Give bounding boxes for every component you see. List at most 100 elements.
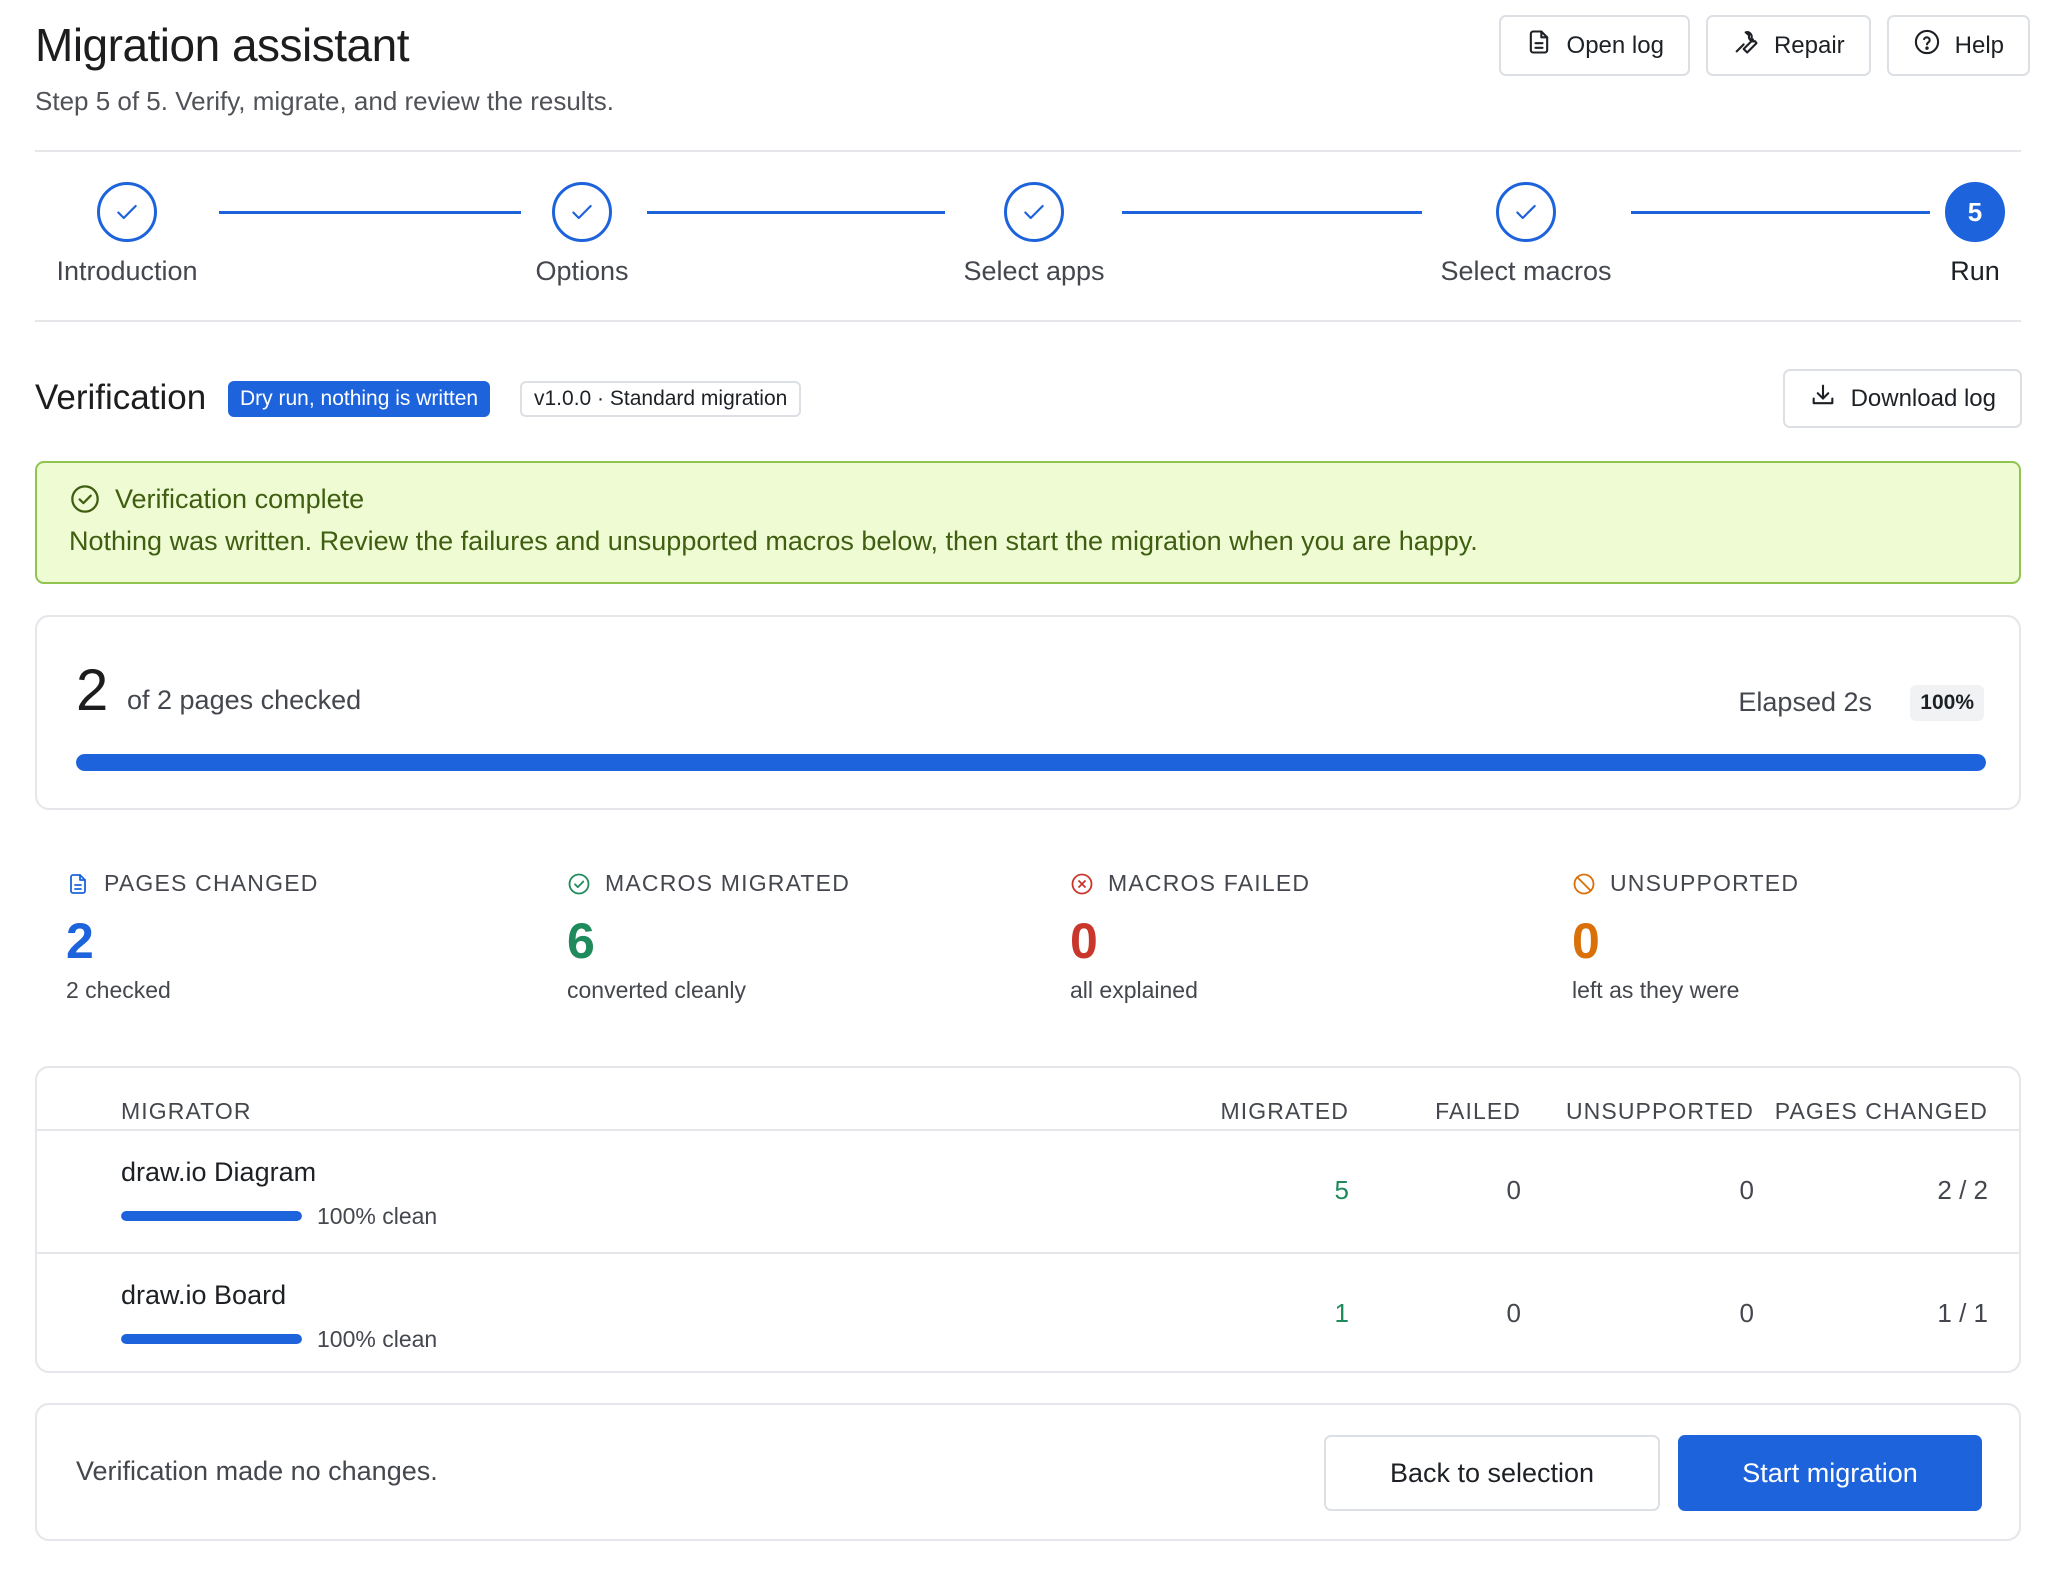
download-icon [1809, 381, 1837, 416]
migrator-name: draw.io Diagram [121, 1157, 317, 1187]
column-header-failed: FAILED [1435, 1098, 1521, 1124]
progress-bar [76, 754, 1986, 771]
stat-macros-migrated: MACROS MIGRATED 6 converted cleanly [567, 870, 850, 1004]
repair-button[interactable]: Repair [1705, 15, 1871, 76]
stat-label-row: MACROS MIGRATED [567, 870, 850, 897]
stepper-divider [35, 320, 2021, 322]
table-row[interactable]: draw.io Diagram 100% clean 5 0 0 2 / 2 [37, 1129, 2019, 1252]
column-header-pages-changed: PAGES CHANGED [1774, 1098, 1988, 1124]
progress-card: 2 of 2 pages checked Elapsed 2s 100% [35, 615, 2021, 810]
migration-assistant-page: Migration assistant Step 5 of 5. Verify,… [0, 0, 2048, 1570]
stepper-connector [219, 211, 521, 214]
stat-label: MACROS MIGRATED [605, 870, 851, 896]
migrated-count: 5 [1334, 1175, 1349, 1205]
check-circle-icon [71, 485, 99, 513]
stat-label-row: MACROS FAILED [1070, 870, 1310, 897]
stat-label: UNSUPPORTED [1610, 870, 1800, 896]
stat-value: 0 [1070, 913, 1098, 969]
clean-bar [121, 1334, 302, 1344]
step-select-apps[interactable] [1004, 182, 1064, 242]
alert-title: Verification complete [115, 483, 365, 514]
stat-sub: all explained [1070, 977, 1198, 1003]
step-introduction[interactable] [97, 182, 157, 242]
pages-checked-count: 2 [76, 658, 109, 723]
clean-bar-fill [121, 1211, 302, 1221]
check-icon [1516, 204, 1536, 220]
stat-sub: 2 checked [66, 977, 171, 1003]
footer-status-text: Verification made no changes. [76, 1456, 438, 1486]
step-label-select-apps: Select apps [963, 256, 1105, 286]
back-to-selection-button[interactable]: Back to selection [1324, 1435, 1660, 1511]
stat-sub: left as they were [1572, 977, 1740, 1003]
check-icon [117, 204, 137, 220]
repair-label: Repair [1773, 31, 1845, 59]
stat-label: PAGES CHANGED [104, 870, 319, 896]
pages-changed-count: 1 / 1 [1937, 1298, 1988, 1328]
step-label-run: Run [1950, 256, 2000, 286]
verification-complete-alert: Verification complete Nothing was writte… [35, 461, 2021, 584]
stepper-connector [1631, 211, 1930, 214]
failed-count: 0 [1506, 1175, 1521, 1205]
elapsed-time: Elapsed 2s [1738, 687, 1872, 717]
stat-label: MACROS FAILED [1108, 870, 1311, 896]
page-title: Migration assistant [35, 19, 410, 71]
help-label: Help [1954, 31, 2004, 59]
step-run-number: 5 [1967, 196, 1983, 227]
step-select-macros[interactable] [1496, 182, 1556, 242]
step-label-select-macros: Select macros [1440, 256, 1612, 286]
download-log-button[interactable]: Download log [1782, 369, 2022, 428]
stat-macros-failed: MACROS FAILED 0 all explained [1070, 870, 1310, 1004]
stat-label-row: PAGES CHANGED [66, 870, 319, 897]
help-icon [1913, 28, 1941, 63]
start-migration-button[interactable]: Start migration [1678, 1435, 1982, 1511]
check-icon [572, 204, 592, 220]
step-options[interactable] [552, 182, 612, 242]
wrench-icon [1732, 28, 1760, 63]
stat-unsupported: UNSUPPORTED 0 left as they were [1572, 870, 1799, 1004]
pages-changed-count: 2 / 2 [1937, 1175, 1988, 1205]
unsupported-count: 0 [1739, 1298, 1754, 1328]
footer-bar: Verification made no changes. Back to se… [35, 1403, 2021, 1541]
stat-value: 2 [66, 913, 94, 969]
header-divider [35, 150, 2021, 152]
stepper-connector [647, 211, 945, 214]
version-badge: v1.0.0 · Standard migration [520, 381, 802, 417]
page-subtitle: Step 5 of 5. Verify, migrate, and review… [35, 86, 615, 116]
stat-value: 0 [1572, 913, 1600, 969]
stepper-connector [1122, 211, 1422, 214]
column-header-unsupported: UNSUPPORTED [1565, 1098, 1754, 1124]
open-log-button[interactable]: Open log [1498, 15, 1690, 76]
stat-value: 6 [567, 913, 595, 969]
clean-bar [121, 1211, 302, 1221]
progress-bar-fill [76, 754, 1986, 771]
header-actions: Open log Repair Help [1498, 15, 2030, 76]
help-button[interactable]: Help [1886, 15, 2030, 76]
ban-icon [1573, 873, 1595, 894]
migrator-name: draw.io Board [121, 1280, 287, 1310]
alert-body: Nothing was written. Review the failures… [69, 526, 1478, 556]
progress-percent-badge: 100% [1910, 685, 1984, 721]
dry-run-badge: Dry run, nothing is written [228, 381, 491, 417]
migrated-count: 1 [1334, 1298, 1349, 1328]
failed-count: 0 [1506, 1298, 1521, 1328]
pages-checked-text: of 2 pages checked [127, 685, 362, 715]
x-circle-icon [1071, 873, 1093, 894]
check-circle-icon [568, 873, 590, 894]
file-icon [1525, 28, 1553, 63]
table-row[interactable]: draw.io Board 100% clean 1 0 0 1 / 1 [37, 1252, 2019, 1371]
open-log-label: Open log [1566, 31, 1664, 59]
migrator-table: MIGRATOR MIGRATED FAILED UNSUPPORTED PAG… [35, 1066, 2021, 1373]
clean-text: 100% clean [317, 1203, 438, 1229]
alert-heading: Verification complete [69, 483, 364, 515]
unsupported-count: 0 [1739, 1175, 1754, 1205]
verification-title: Verification [35, 378, 207, 417]
clean-text: 100% clean [317, 1326, 438, 1352]
step-label-options: Options [535, 256, 629, 286]
column-header-migrator: MIGRATOR [121, 1098, 252, 1124]
step-label-introduction: Introduction [56, 256, 198, 286]
clean-bar-fill [121, 1334, 302, 1344]
step-run[interactable]: 5 [1945, 182, 2005, 242]
page-icon [70, 873, 86, 894]
download-log-label: Download log [1850, 384, 1996, 412]
column-header-migrated: MIGRATED [1220, 1098, 1349, 1124]
